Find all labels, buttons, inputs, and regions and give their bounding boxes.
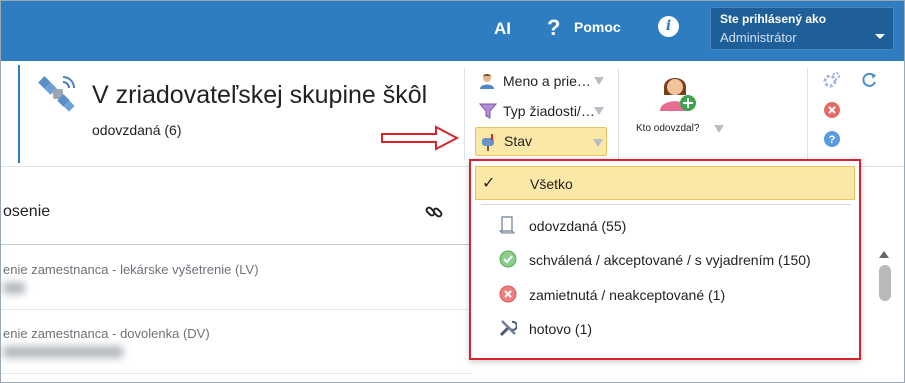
- checkmark-icon: ✓: [482, 175, 496, 192]
- dropdown-item-label: Všetko: [530, 176, 573, 192]
- dropdown-item-done[interactable]: hotovo (1): [475, 312, 855, 346]
- top-bar: AI ? Pomoc i Ste prihlásený ako Administ…: [1, 1, 904, 61]
- chevron-down-icon[interactable]: [875, 34, 885, 39]
- info-icon[interactable]: i: [658, 16, 679, 37]
- list-item-title: enie zamestnanca - lekárske vyšetrenie (…: [3, 262, 259, 277]
- user-name: Administrátor: [720, 30, 797, 45]
- refresh-icon[interactable]: [860, 71, 878, 89]
- page-subtitle: odovzdaná (6): [92, 122, 182, 138]
- check-circle-icon: [499, 250, 517, 271]
- scroll-up-arrow[interactable]: [879, 251, 889, 258]
- dropdown-item-label: hotovo (1): [529, 321, 593, 337]
- separator: [618, 68, 619, 160]
- chevron-down-icon[interactable]: [594, 77, 604, 85]
- close-icon[interactable]: [823, 101, 841, 119]
- filter-type-label: Typ žiadosti/…: [503, 103, 593, 119]
- satellite-icon: [37, 74, 77, 119]
- help-link[interactable]: Pomoc: [574, 19, 621, 35]
- list-item[interactable]: enie zamestnanca - lekárske vyšetrenie (…: [1, 246, 473, 310]
- dropdown-item-approved[interactable]: schválená / akceptované / s vyjadrením (…: [475, 243, 855, 277]
- chevron-down-icon[interactable]: [714, 125, 724, 133]
- ai-button[interactable]: AI: [494, 19, 511, 39]
- filter-type[interactable]: Typ žiadosti/…: [475, 98, 607, 124]
- dropdown-item-rejected[interactable]: zamietnutá / neakceptované (1): [475, 278, 855, 312]
- redacted-text: [3, 282, 25, 294]
- svg-text:?: ?: [829, 134, 836, 146]
- user-menu[interactable]: Ste prihlásený ako Administrátor: [710, 7, 894, 50]
- scrollbar-thumb[interactable]: [879, 265, 891, 301]
- add-user-icon[interactable]: [656, 73, 698, 120]
- dropdown-item-label: schválená / akceptované / s vyjadrením (…: [529, 252, 811, 268]
- person-icon: [479, 72, 497, 93]
- list-item[interactable]: enie zamestnanca - dovolenka (DV): [1, 310, 473, 374]
- help-icon[interactable]: ?: [547, 15, 560, 41]
- dropdown-divider: [481, 204, 851, 205]
- separator: [807, 68, 808, 160]
- column-title: osenie: [3, 203, 51, 220]
- chevron-down-icon[interactable]: [594, 107, 604, 115]
- dropdown-item-all[interactable]: ✓ Všetko: [475, 166, 855, 200]
- filter-name[interactable]: Meno a prie…: [475, 68, 607, 94]
- filter-state[interactable]: Stav: [475, 127, 607, 156]
- header-accent: [18, 65, 20, 163]
- dropdown-item-label: zamietnutá / neakceptované (1): [529, 287, 726, 303]
- funnel-icon: [478, 102, 498, 123]
- link-icon[interactable]: [425, 203, 443, 226]
- user-logged-label: Ste prihlásený ako: [720, 12, 827, 26]
- state-dropdown-menu: ✓ Všetko odovzdaná (55) schválená / akce…: [469, 159, 861, 360]
- document-icon: [498, 216, 517, 237]
- chevron-down-icon[interactable]: [593, 139, 603, 147]
- kto-odovzdal-label[interactable]: Kto odovzdal?: [636, 123, 699, 134]
- x-circle-icon: [499, 285, 517, 306]
- tools-icon: [499, 319, 518, 340]
- list-item-title: enie zamestnanca - dovolenka (DV): [3, 326, 210, 341]
- redacted-text: [3, 346, 123, 358]
- red-arrow-annotation: [381, 125, 460, 151]
- question-icon[interactable]: ?: [823, 130, 841, 148]
- app-window: AI ? Pomoc i Ste prihlásený ako Administ…: [0, 0, 905, 383]
- column-header: osenie: [1, 189, 473, 245]
- dropdown-item-label: odovzdaná (55): [529, 218, 627, 234]
- gear-icon[interactable]: [823, 71, 841, 89]
- filter-state-label: Stav: [504, 133, 533, 149]
- page-header: [1, 61, 904, 167]
- separator: [464, 68, 465, 160]
- dropdown-item-submitted[interactable]: odovzdaná (55): [475, 209, 855, 243]
- filter-name-label: Meno a prie…: [503, 73, 591, 89]
- mailbox-icon: [480, 133, 498, 154]
- page-title: V zriadovateľskej skupine škôl: [92, 81, 428, 109]
